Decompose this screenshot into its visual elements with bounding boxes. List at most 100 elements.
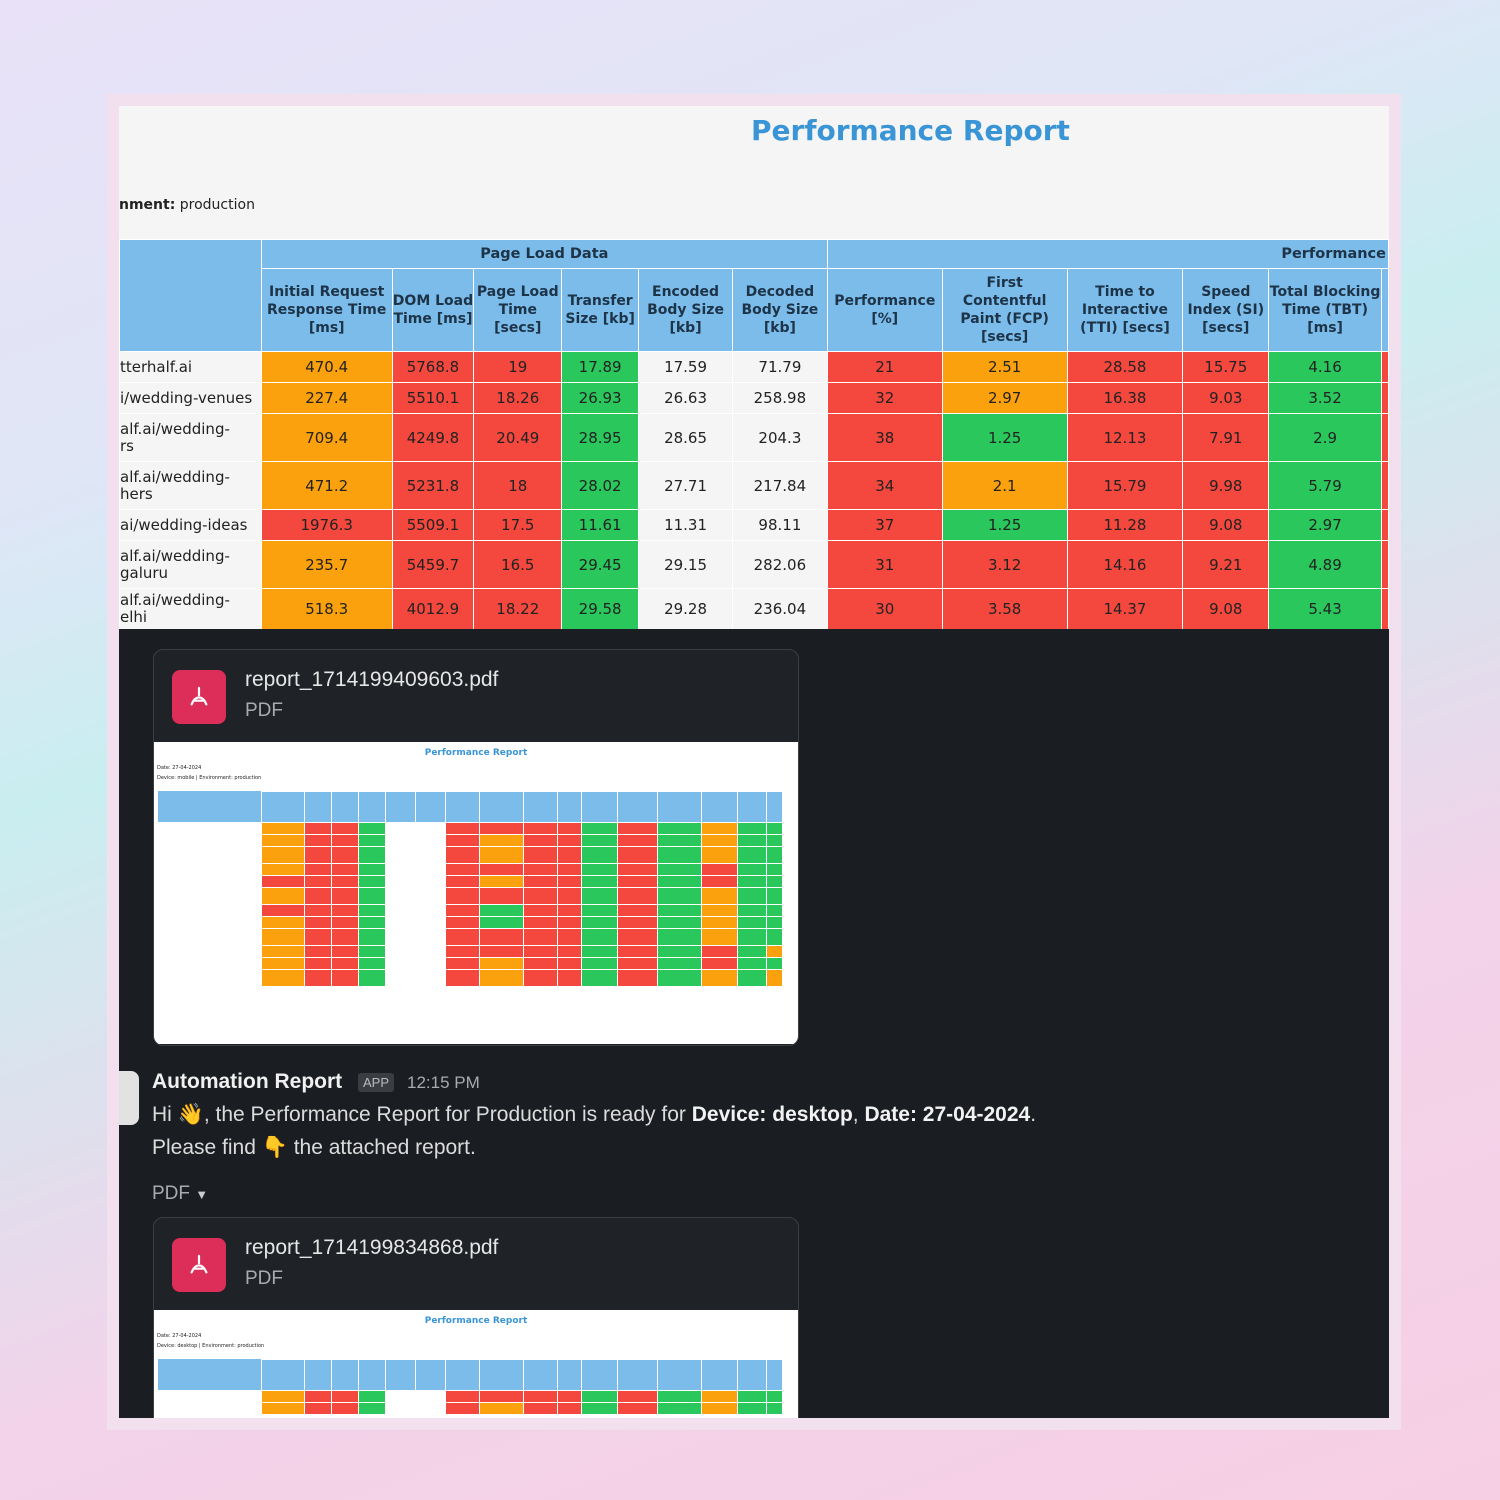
url-cell: alf.ai/wedding- hers: [119, 461, 262, 510]
thumb-cell: [617, 863, 658, 876]
metric-cell: 21: [826, 351, 943, 383]
metric-cell: 7.91: [1182, 413, 1270, 462]
thumb-header: [657, 791, 702, 823]
metric-cell: 9.98: [1182, 461, 1270, 510]
thumb-cell: [581, 957, 618, 970]
thumb-cell: [261, 1402, 305, 1415]
thumb-cell: [766, 875, 783, 888]
thumb-cell: [358, 916, 386, 929]
thumb-cell: [479, 928, 524, 946]
sender-name[interactable]: Automation Report: [152, 1070, 342, 1094]
metric-cell: 29.28: [638, 588, 733, 629]
thumb-cell: [385, 887, 416, 905]
url-header: [119, 239, 262, 352]
metric-cell: 235.7: [260, 540, 393, 589]
thumb-header: [479, 791, 524, 823]
table-row: i/wedding-venues 227.4 5510.1 18.26 26.93 26.…: [119, 382, 1389, 414]
metric-cell: 470.4: [260, 351, 393, 383]
metric-cell: 4249.8: [391, 413, 475, 462]
attachment-card-1[interactable]: report_1714199409603.pdf PDF Performance…: [153, 649, 799, 1046]
thumb-cell: [415, 904, 446, 917]
thumb-cell: [737, 875, 767, 888]
thumb-cell: [657, 846, 702, 864]
metric-cell: 5.79: [1268, 461, 1382, 510]
metric-cell: 227.4: [260, 382, 393, 414]
thumb-cell: [737, 846, 767, 864]
thumb-header: [415, 791, 446, 823]
metric-cell: 20.49: [473, 413, 563, 462]
metric-cell: 28.58: [1066, 351, 1184, 383]
thumb-cell: [581, 916, 618, 929]
metric-cell: 204.3: [731, 413, 828, 462]
url-cell: alf.ai/wedding- rs: [119, 413, 262, 462]
avatar[interactable]: [119, 1071, 139, 1125]
thumb-cell: [701, 928, 738, 946]
thumb-row: [157, 822, 783, 835]
thumb-header: [261, 1359, 305, 1391]
thumb-cell: [261, 822, 305, 835]
metric-cell: 4.89: [1268, 540, 1382, 589]
thumb-cell: [657, 916, 702, 929]
thumb-cell: [479, 957, 524, 970]
thumb-cell: [617, 887, 658, 905]
thumb-cell: [523, 863, 558, 876]
attachment-card-2[interactable]: report_1714199834868.pdf PDF Performance…: [153, 1217, 799, 1418]
attachment-filename[interactable]: report_1714199409603.pdf: [245, 668, 498, 692]
thumb-cell: [701, 1390, 738, 1403]
pdf-icon: [172, 670, 226, 724]
pdf-thumbnail[interactable]: Performance Report Date: 27-04-2024 Devi…: [154, 1310, 798, 1418]
pdf-thumbnail[interactable]: Performance Report Date: 27-04-2024 Devi…: [154, 742, 798, 1044]
metric-cell: 5459.7: [391, 540, 475, 589]
thumb-cell: [657, 1402, 702, 1415]
thumb-cell: [737, 1402, 767, 1415]
thumb-cell: [415, 945, 446, 958]
thumb-cell: [657, 822, 702, 835]
thumb-cell: [766, 957, 783, 970]
thumb-cell: [581, 863, 618, 876]
column-header: Speed Index (SI) [secs]: [1182, 268, 1270, 352]
thumb-cell: [581, 875, 618, 888]
thumb-url-cell: [157, 957, 262, 970]
thumb-header: [157, 1358, 262, 1391]
thumb-cell: [523, 916, 558, 929]
thumb-header: [523, 791, 558, 823]
thumb-cell: [701, 1402, 738, 1415]
metric-cell: 11.61: [561, 509, 640, 541]
thumb-cell: [737, 969, 767, 987]
thumb-cell: [479, 916, 524, 929]
thumb-cell: [331, 1390, 359, 1403]
metric-cell: 3.52: [1268, 382, 1382, 414]
thumb-cell: [261, 945, 305, 958]
thumb-cell: [385, 957, 416, 970]
url-cell: i/wedding-venues: [119, 382, 262, 414]
thumbnail-date: Date: 27-04-2024: [157, 765, 202, 771]
thumb-cell: [445, 863, 480, 876]
thumb-cell: [523, 1390, 558, 1403]
attachment-filename[interactable]: report_1714199834868.pdf: [245, 1236, 498, 1260]
thumb-cell: [261, 846, 305, 864]
thumb-cell: [523, 969, 558, 987]
metric-cell: 2.97: [1268, 509, 1382, 541]
metric-cell: 14.37: [1066, 588, 1184, 629]
thumb-header: [657, 1359, 702, 1391]
thumb-cell: [581, 834, 618, 847]
thumb-row: [157, 957, 783, 970]
thumb-cell: [358, 945, 386, 958]
thumb-cell: [415, 834, 446, 847]
thumb-cell: [479, 863, 524, 876]
thumb-cell: [358, 1390, 386, 1403]
thumb-cell: [445, 887, 480, 905]
thumb-cell: [415, 969, 446, 987]
thumb-cell: [557, 834, 582, 847]
thumb-cell: [261, 904, 305, 917]
thumb-cell: [385, 1390, 416, 1403]
thumb-cell: [385, 846, 416, 864]
attachment-toggle[interactable]: PDF ▼: [152, 1183, 208, 1205]
thumb-cell: [331, 945, 359, 958]
thumb-cell: [385, 916, 416, 929]
thumb-row: [157, 846, 783, 864]
thumb-cell: [581, 1390, 618, 1403]
message-time[interactable]: 12:15 PM: [407, 1073, 480, 1093]
thumb-cell: [304, 822, 332, 835]
environment-label: nment:: [119, 197, 176, 213]
